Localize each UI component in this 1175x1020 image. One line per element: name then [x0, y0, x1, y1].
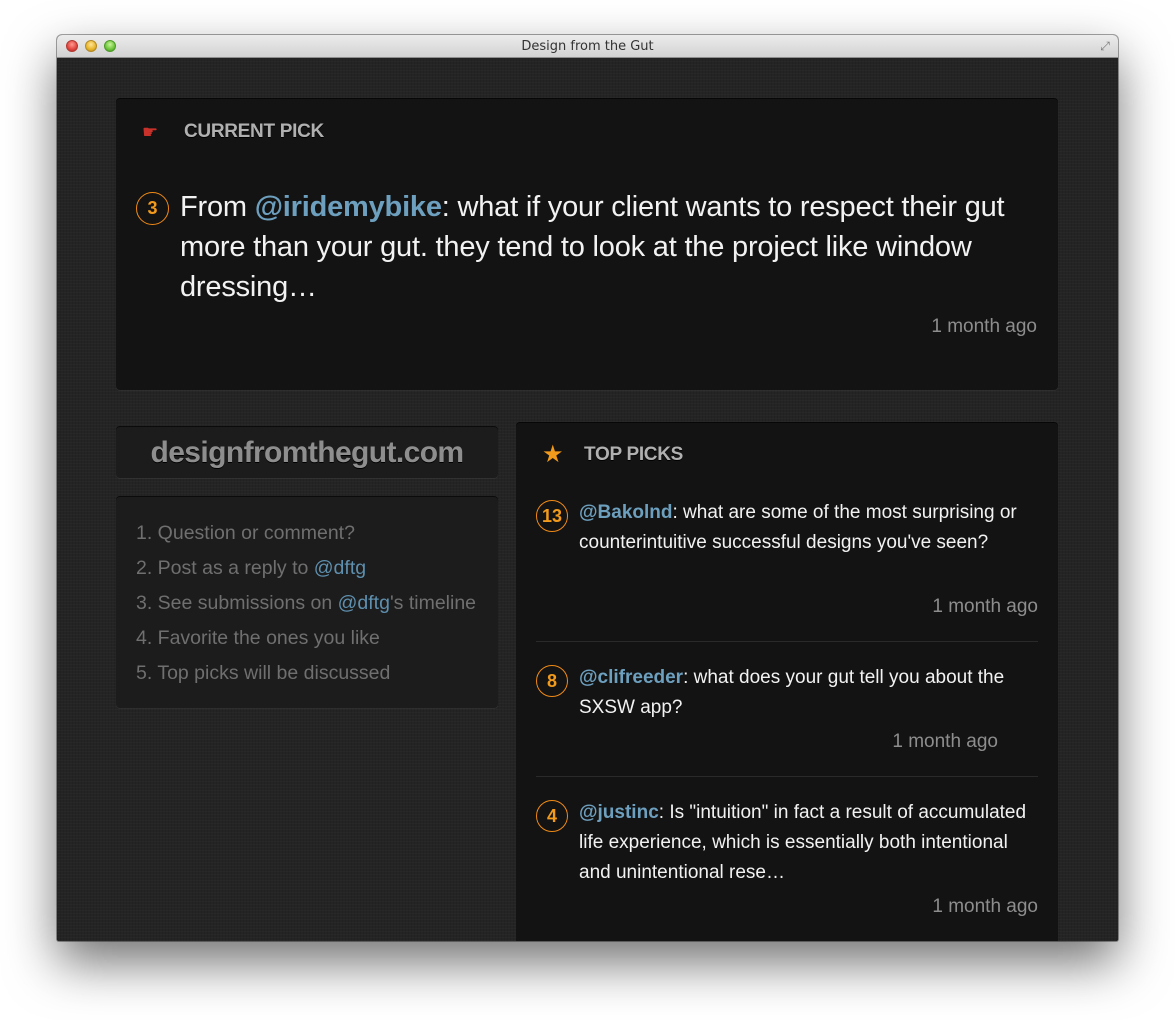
- instruction-step: 5. Top picks will be discussed: [136, 662, 391, 684]
- dftg-mention-link[interactable]: @dftg: [338, 592, 390, 614]
- title-bar: Design from the Gut ⤢: [57, 35, 1118, 58]
- top-picks-panel: ★ TOP PICKS 13 @Bakolnd: what are some o…: [516, 422, 1058, 941]
- user-mention-link[interactable]: @Bakolnd: [579, 502, 672, 523]
- instruction-step: 4. Favorite the ones you like: [136, 627, 380, 649]
- top-picks-heading: TOP PICKS: [584, 443, 684, 465]
- current-pick-text: From @iridemybike: what if your client w…: [180, 187, 1030, 307]
- pick-text: @clifreeder: what does your gut tell you…: [579, 667, 1005, 718]
- dftg-mention-link[interactable]: @dftg: [314, 557, 366, 579]
- star-icon: ★: [542, 441, 564, 468]
- divider: [536, 641, 1038, 642]
- page-content: ☛ CURRENT PICK 3 From @iridemybike: what…: [57, 59, 1118, 941]
- top-picks-header: ★ TOP PICKS: [542, 440, 683, 469]
- pick-prefix: From: [180, 191, 255, 223]
- pick-text: @justinc: Is "intuition" in fact a resul…: [579, 802, 1027, 883]
- pick-timestamp[interactable]: 1 month ago: [892, 731, 998, 753]
- site-name-panel: designfromthegut.com: [116, 426, 498, 478]
- instruction-step: 2. Post as a reply to @dftg: [136, 557, 367, 579]
- pick-timestamp[interactable]: 1 month ago: [931, 316, 1037, 338]
- instruction-step: 3. See submissions on @dftg's timeline: [136, 592, 477, 614]
- fullscreen-icon[interactable]: ⤢: [1098, 39, 1112, 53]
- pointing-hand-icon: ☛: [142, 121, 159, 142]
- current-pick-header: ☛ CURRENT PICK: [142, 121, 324, 143]
- vote-count-badge: 4: [536, 800, 568, 832]
- vote-count-badge: 8: [536, 665, 568, 697]
- pick-text: @Bakolnd: what are some of the most surp…: [579, 502, 1017, 553]
- user-mention-link[interactable]: @iridemybike: [255, 191, 442, 223]
- window-title: Design from the Gut: [521, 39, 654, 54]
- instructions-panel: 1. Question or comment? 2. Post as a rep…: [116, 496, 498, 708]
- user-mention-link[interactable]: @clifreeder: [579, 667, 683, 688]
- current-pick-panel: ☛ CURRENT PICK 3 From @iridemybike: what…: [116, 98, 1058, 390]
- instruction-step: 1. Question or comment?: [136, 522, 355, 544]
- pick-timestamp[interactable]: 1 month ago: [932, 596, 1038, 618]
- instructions-list: 1. Question or comment? 2. Post as a rep…: [136, 516, 476, 691]
- vote-count-badge: 3: [136, 192, 169, 225]
- app-window: Design from the Gut ⤢ ☛ CURRENT PICK 3 F…: [57, 35, 1118, 941]
- current-pick-heading: CURRENT PICK: [184, 121, 324, 142]
- pick-timestamp[interactable]: 1 month ago: [932, 896, 1038, 918]
- vote-count-badge: 13: [536, 500, 568, 532]
- site-name-link[interactable]: designfromthegut.com: [116, 436, 498, 470]
- divider: [536, 776, 1038, 777]
- user-mention-link[interactable]: @justinc: [579, 802, 659, 823]
